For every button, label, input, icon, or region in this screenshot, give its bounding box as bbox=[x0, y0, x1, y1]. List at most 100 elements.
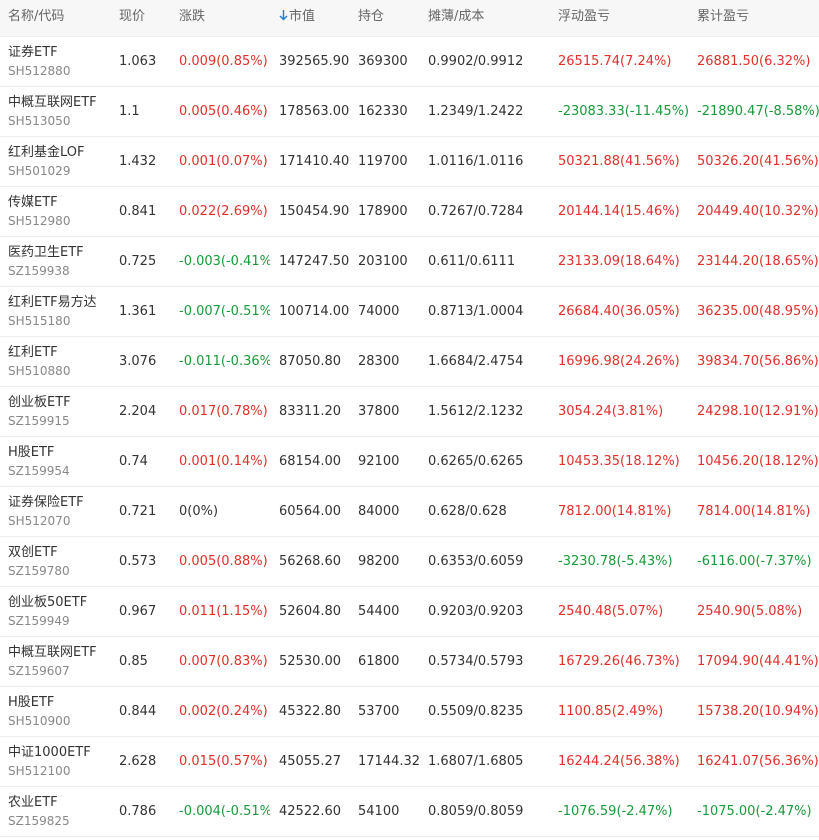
table-row[interactable]: 创业板ETF SZ159915 2.204 0.017(0.78%) 83311.… bbox=[0, 387, 819, 437]
col-header-float-pl[interactable]: 浮动盈亏 bbox=[549, 0, 688, 24]
price-cell: 1.361 bbox=[119, 304, 157, 319]
fund-name[interactable]: H股ETF bbox=[8, 694, 110, 712]
cost-cell: 0.5734/0.5793 bbox=[428, 654, 524, 669]
col-header-cost-label: 摊薄/成本 bbox=[428, 9, 485, 24]
fund-name[interactable]: 中证1000ETF bbox=[8, 744, 110, 762]
col-header-position[interactable]: 持仓 bbox=[349, 0, 419, 24]
table-row[interactable]: 中证1000ETF SH512100 2.628 0.015(0.57%) 450… bbox=[0, 737, 819, 787]
col-header-cum-pl[interactable]: 累计盈亏 bbox=[688, 0, 819, 24]
position-cell: 178900 bbox=[358, 204, 408, 219]
position-cell: 37800 bbox=[358, 404, 400, 419]
cost-cell: 1.5612/2.1232 bbox=[428, 404, 524, 419]
col-header-name[interactable]: 名称/代码 bbox=[0, 0, 110, 24]
market-value-cell: 42522.60 bbox=[279, 804, 342, 819]
fund-name[interactable]: 医药卫生ETF bbox=[8, 244, 110, 262]
float-pl-cell: 16729.26(46.73%) bbox=[558, 654, 680, 669]
col-header-price[interactable]: 现价 bbox=[110, 0, 170, 24]
cost-cell: 0.9902/0.9912 bbox=[428, 54, 524, 69]
fund-name[interactable]: 红利ETF易方达 bbox=[8, 294, 110, 312]
cum-pl-cell: 20449.40(10.32%) bbox=[697, 204, 819, 219]
position-cell: 53700 bbox=[358, 704, 400, 719]
table-row[interactable]: 农业ETF SZ159825 0.786 -0.004(-0.51%) 42522… bbox=[0, 787, 819, 837]
market-value-cell: 171410.40 bbox=[279, 154, 349, 169]
fund-name[interactable]: 创业板50ETF bbox=[8, 594, 110, 612]
fund-name[interactable]: 中概互联网ETF bbox=[8, 644, 110, 662]
table-row[interactable]: 红利ETF SH510880 3.076 -0.011(-0.36%) 87050… bbox=[0, 337, 819, 387]
fund-name-cell: 红利基金LOF SH501029 bbox=[0, 144, 110, 180]
fund-name-cell: 传媒ETF SH512980 bbox=[0, 194, 110, 230]
fund-name[interactable]: 创业板ETF bbox=[8, 394, 110, 412]
price-cell: 1.432 bbox=[119, 154, 157, 169]
fund-name[interactable]: H股ETF bbox=[8, 444, 110, 462]
fund-name[interactable]: 传媒ETF bbox=[8, 194, 110, 212]
float-pl-cell: 3054.24(3.81%) bbox=[558, 404, 664, 419]
position-cell: 74000 bbox=[358, 304, 400, 319]
table-row[interactable]: 双创ETF SZ159780 0.573 0.005(0.88%) 56268.6… bbox=[0, 537, 819, 587]
fund-code: SZ159825 bbox=[8, 813, 70, 828]
cum-pl-cell: 36235.00(48.95%) bbox=[697, 304, 819, 319]
col-header-change[interactable]: 涨跌 bbox=[170, 0, 270, 24]
fund-code: SH501029 bbox=[8, 163, 71, 178]
cum-pl-cell: 10456.20(18.12%) bbox=[697, 454, 819, 469]
table-row[interactable]: 创业板50ETF SZ159949 0.967 0.011(1.15%) 5260… bbox=[0, 587, 819, 637]
table-row[interactable]: 证券ETF SH512880 1.063 0.009(0.85%) 392565.… bbox=[0, 37, 819, 87]
table-row[interactable]: 中概互联网ETF SH513050 1.1 0.005(0.46%) 178563… bbox=[0, 87, 819, 137]
fund-name[interactable]: 中概互联网ETF bbox=[8, 94, 110, 112]
fund-name-cell: 创业板50ETF SZ159949 bbox=[0, 594, 110, 630]
change-cell: 0.007(0.83%) bbox=[179, 654, 268, 669]
table-row[interactable]: 中概互联网ETF SZ159607 0.85 0.007(0.83%) 52530… bbox=[0, 637, 819, 687]
fund-name[interactable]: 红利ETF bbox=[8, 344, 110, 362]
fund-name[interactable]: 双创ETF bbox=[8, 544, 110, 562]
change-cell: 0.017(0.78%) bbox=[179, 404, 268, 419]
cost-cell: 0.6353/0.6059 bbox=[428, 554, 524, 569]
price-cell: 2.204 bbox=[119, 404, 157, 419]
table-row[interactable]: 证券保险ETF SH512070 0.721 0(0%) 60564.00 840… bbox=[0, 487, 819, 537]
position-cell: 54100 bbox=[358, 804, 400, 819]
col-header-market-value[interactable]: 市值 bbox=[270, 0, 349, 24]
fund-name[interactable]: 证券保险ETF bbox=[8, 494, 110, 512]
fund-code: SH512980 bbox=[8, 213, 71, 228]
price-cell: 1.063 bbox=[119, 54, 157, 69]
fund-name-cell: 医药卫生ETF SZ159938 bbox=[0, 244, 110, 280]
fund-name[interactable]: 证券ETF bbox=[8, 44, 110, 62]
float-pl-cell: 16244.24(56.38%) bbox=[558, 754, 680, 769]
fund-name-cell: 双创ETF SZ159780 bbox=[0, 544, 110, 580]
table-row[interactable]: 医药卫生ETF SZ159938 0.725 -0.003(-0.41%) 147… bbox=[0, 237, 819, 287]
market-value-cell: 60564.00 bbox=[279, 504, 342, 519]
col-header-name-label: 名称/代码 bbox=[8, 9, 65, 24]
cum-pl-cell: -6116.00(-7.37%) bbox=[697, 554, 812, 569]
fund-code: SH512070 bbox=[8, 513, 71, 528]
market-value-cell: 52530.00 bbox=[279, 654, 342, 669]
change-cell: 0.001(0.14%) bbox=[179, 454, 268, 469]
cum-pl-cell: 50326.20(41.56%) bbox=[697, 154, 819, 169]
float-pl-cell: 1100.85(2.49%) bbox=[558, 704, 664, 719]
float-pl-cell: 7812.00(14.81%) bbox=[558, 504, 672, 519]
float-pl-cell: 50321.88(41.56%) bbox=[558, 154, 680, 169]
fund-name-cell: 红利ETF易方达 SH515180 bbox=[0, 294, 110, 330]
col-header-price-label: 现价 bbox=[119, 9, 146, 24]
change-cell: 0.005(0.46%) bbox=[179, 104, 268, 119]
table-row[interactable]: 红利基金LOF SH501029 1.432 0.001(0.07%) 17141… bbox=[0, 137, 819, 187]
table-row[interactable]: H股ETF SZ159954 0.74 0.001(0.14%) 68154.00… bbox=[0, 437, 819, 487]
fund-code: SH510880 bbox=[8, 363, 71, 378]
position-cell: 369300 bbox=[358, 54, 408, 69]
fund-code: SH510900 bbox=[8, 713, 71, 728]
price-cell: 1.1 bbox=[119, 104, 140, 119]
cost-cell: 1.6807/1.6805 bbox=[428, 754, 524, 769]
price-cell: 2.628 bbox=[119, 754, 157, 769]
change-cell: 0.002(0.24%) bbox=[179, 704, 268, 719]
fund-name[interactable]: 红利基金LOF bbox=[8, 144, 110, 162]
col-header-cost[interactable]: 摊薄/成本 bbox=[419, 0, 549, 24]
position-cell: 17144.32 bbox=[358, 754, 419, 769]
position-cell: 119700 bbox=[358, 154, 408, 169]
table-row[interactable]: 红利ETF易方达 SH515180 1.361 -0.007(-0.51%) 10… bbox=[0, 287, 819, 337]
float-pl-cell: 16996.98(24.26%) bbox=[558, 354, 680, 369]
table-row[interactable]: 传媒ETF SH512980 0.841 0.022(2.69%) 150454.… bbox=[0, 187, 819, 237]
table-row[interactable]: H股ETF SH510900 0.844 0.002(0.24%) 45322.8… bbox=[0, 687, 819, 737]
cum-pl-cell: 16241.07(56.36%) bbox=[697, 754, 819, 769]
cost-cell: 0.9203/0.9203 bbox=[428, 604, 524, 619]
fund-name-cell: 农业ETF SZ159825 bbox=[0, 794, 110, 830]
position-cell: 162330 bbox=[358, 104, 408, 119]
fund-name[interactable]: 农业ETF bbox=[8, 794, 110, 812]
cum-pl-cell: -1075.00(-2.47%) bbox=[697, 804, 812, 819]
